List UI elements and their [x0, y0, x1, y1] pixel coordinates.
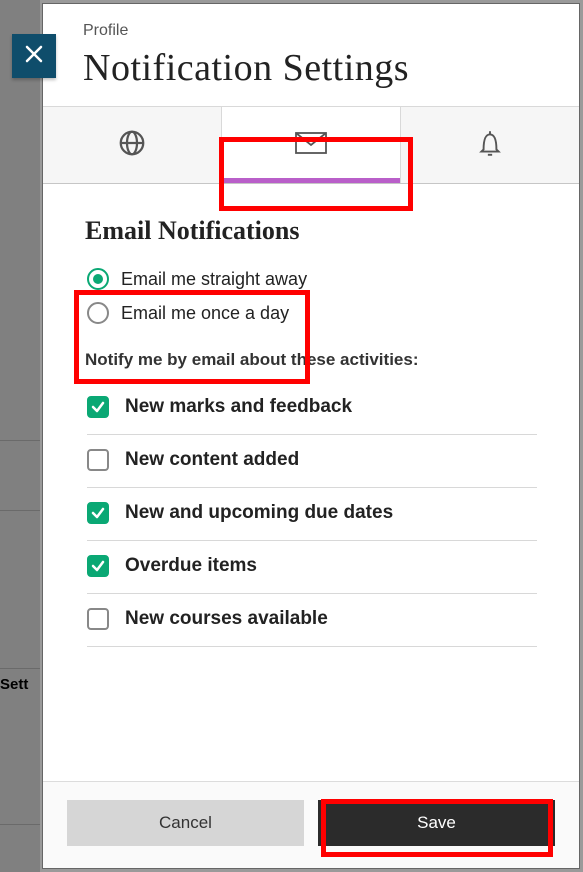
panel-footer: Cancel Save — [43, 781, 579, 868]
radio-label: Email me once a day — [121, 303, 289, 324]
tab-email[interactable] — [222, 107, 401, 183]
sidebar-fragment-text: Sett — [0, 676, 28, 693]
bell-icon — [477, 128, 503, 163]
activities-list: New marks and feedback New content added… — [85, 388, 537, 647]
checkbox-row-new-courses[interactable]: New courses available — [87, 594, 537, 647]
radio-icon — [87, 302, 109, 324]
checkbox-icon — [87, 502, 109, 524]
checkbox-row-overdue[interactable]: Overdue items — [87, 541, 537, 594]
radio-straight-away[interactable]: Email me straight away — [87, 268, 537, 290]
panel-header: Profile Notification Settings — [43, 4, 579, 106]
checkbox-row-marks[interactable]: New marks and feedback — [87, 388, 537, 435]
cancel-button[interactable]: Cancel — [67, 800, 304, 846]
checkbox-icon — [87, 449, 109, 471]
activities-subheading: Notify me by email about these activitie… — [85, 350, 537, 370]
radio-label: Email me straight away — [121, 269, 307, 290]
settings-panel: Profile Notification Settings — [42, 3, 580, 869]
checkbox-icon — [87, 608, 109, 630]
radio-icon — [87, 268, 109, 290]
checkbox-label: Overdue items — [125, 555, 257, 577]
email-frequency-group: Email me straight away Email me once a d… — [85, 268, 537, 324]
page-title: Notification Settings — [83, 46, 579, 90]
breadcrumb[interactable]: Profile — [83, 22, 579, 40]
close-button[interactable] — [12, 34, 56, 78]
checkbox-row-due-dates[interactable]: New and upcoming due dates — [87, 488, 537, 541]
checkbox-label: New courses available — [125, 608, 328, 630]
tab-stream[interactable] — [43, 107, 222, 183]
tab-push[interactable] — [401, 107, 579, 183]
checkbox-label: New marks and feedback — [125, 396, 352, 418]
checkbox-row-content[interactable]: New content added — [87, 435, 537, 488]
radio-once-a-day[interactable]: Email me once a day — [87, 302, 537, 324]
checkbox-icon — [87, 396, 109, 418]
checkbox-label: New content added — [125, 449, 299, 471]
underlying-sidebar: Sett — [0, 0, 40, 872]
section-heading: Email Notifications — [85, 216, 537, 246]
globe-icon — [117, 128, 147, 163]
tab-bar — [43, 106, 579, 184]
checkbox-label: New and upcoming due dates — [125, 502, 393, 524]
checkbox-icon — [87, 555, 109, 577]
panel-content: Email Notifications Email me straight aw… — [43, 184, 579, 781]
mail-icon — [294, 131, 328, 160]
close-icon — [23, 43, 45, 70]
save-button[interactable]: Save — [318, 800, 555, 846]
